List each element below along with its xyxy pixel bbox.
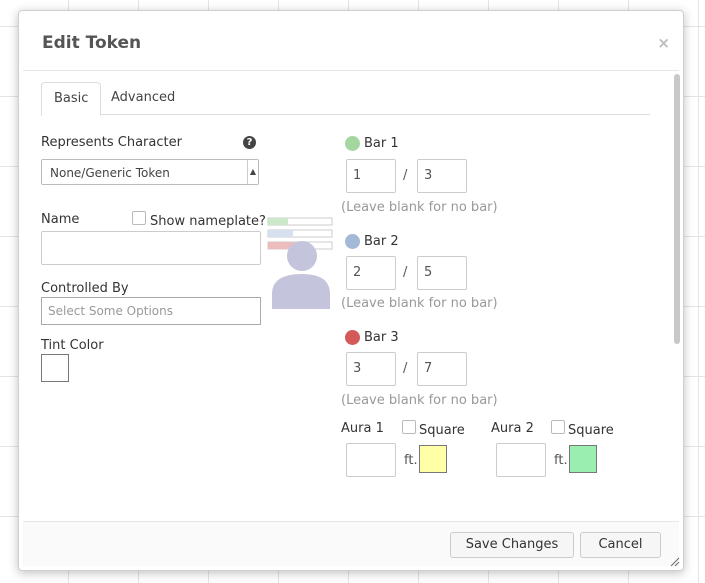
represents-character-select[interactable]: None/Generic Token ▲ (41, 159, 259, 185)
show-nameplate-label: Show nameplate? (150, 214, 266, 229)
bar-3-value-input[interactable]: 3 (346, 352, 396, 386)
bar-3-color-dot (345, 330, 360, 345)
controlled-by-label: Controlled By (41, 281, 129, 296)
tint-color-label: Tint Color (41, 338, 104, 353)
tabs-divider (41, 114, 650, 115)
save-changes-button[interactable]: Save Changes (450, 532, 574, 558)
bar-2-max-input[interactable]: 5 (417, 256, 467, 290)
bar-1-max-input[interactable]: 3 (417, 159, 467, 193)
bar-2-label: Bar 2 (364, 234, 399, 249)
aura-2-square-checkbox[interactable] (551, 420, 565, 434)
bar-3-separator: / (403, 361, 408, 376)
aura-1-square-checkbox[interactable] (402, 420, 416, 434)
aura-2-color-swatch[interactable] (569, 445, 597, 473)
avatar-head (287, 241, 317, 271)
header-divider (23, 70, 679, 71)
cancel-button[interactable]: Cancel (580, 532, 661, 558)
dialog-title: Edit Token (42, 33, 142, 53)
aura-2-radius-input[interactable] (496, 443, 546, 477)
represents-character-label: Represents Character (41, 135, 182, 150)
bar-3-hint: (Leave blank for no bar) (341, 393, 498, 408)
preview-bar-2-fill (268, 230, 293, 237)
avatar-body (272, 274, 330, 309)
show-nameplate-checkbox[interactable] (132, 211, 146, 225)
represents-character-value: None/Generic Token (50, 166, 170, 180)
resize-handle-icon[interactable] (670, 557, 680, 567)
footer-divider (23, 521, 679, 522)
tint-color-swatch[interactable] (41, 354, 69, 382)
bar-2-value-input[interactable]: 2 (346, 256, 396, 290)
bar-2-color-dot (345, 234, 360, 249)
bar-1-hint: (Leave blank for no bar) (341, 200, 498, 215)
bar-1-value-input[interactable]: 1 (346, 159, 396, 193)
help-icon[interactable]: ? (243, 136, 256, 149)
bar-2-hint: (Leave blank for no bar) (341, 296, 498, 311)
aura-1-square-label: Square (419, 423, 465, 438)
aura-2-square-label: Square (568, 423, 614, 438)
bar-1-color-dot (345, 136, 360, 151)
tab-advanced[interactable]: Advanced (99, 82, 187, 114)
bar-1-label: Bar 1 (364, 136, 399, 151)
tab-basic[interactable]: Basic (41, 82, 102, 116)
controlled-by-input[interactable]: Select Some Options (41, 297, 261, 325)
bar-3-max-input[interactable]: 7 (417, 352, 467, 386)
close-icon[interactable]: × (657, 34, 670, 52)
aura-1-radius-input[interactable] (346, 443, 396, 477)
aura-2-unit: ft. (554, 453, 568, 468)
aura-1-color-swatch[interactable] (419, 445, 447, 473)
name-label: Name (41, 212, 80, 227)
bar-1-separator: / (403, 168, 408, 183)
scrollbar[interactable] (674, 74, 680, 344)
aura-1-label: Aura 1 (341, 421, 384, 436)
select-arrow-icon: ▲ (247, 160, 258, 184)
name-input[interactable] (41, 231, 261, 265)
edit-token-dialog: Edit Token × Basic Advanced Represents C… (18, 10, 684, 571)
bar-3-label: Bar 3 (364, 330, 399, 345)
aura-2-label: Aura 2 (491, 421, 534, 436)
token-preview (267, 217, 333, 309)
preview-bar-1-fill (268, 218, 288, 225)
bar-2-separator: / (403, 265, 408, 280)
aura-1-unit: ft. (404, 453, 418, 468)
